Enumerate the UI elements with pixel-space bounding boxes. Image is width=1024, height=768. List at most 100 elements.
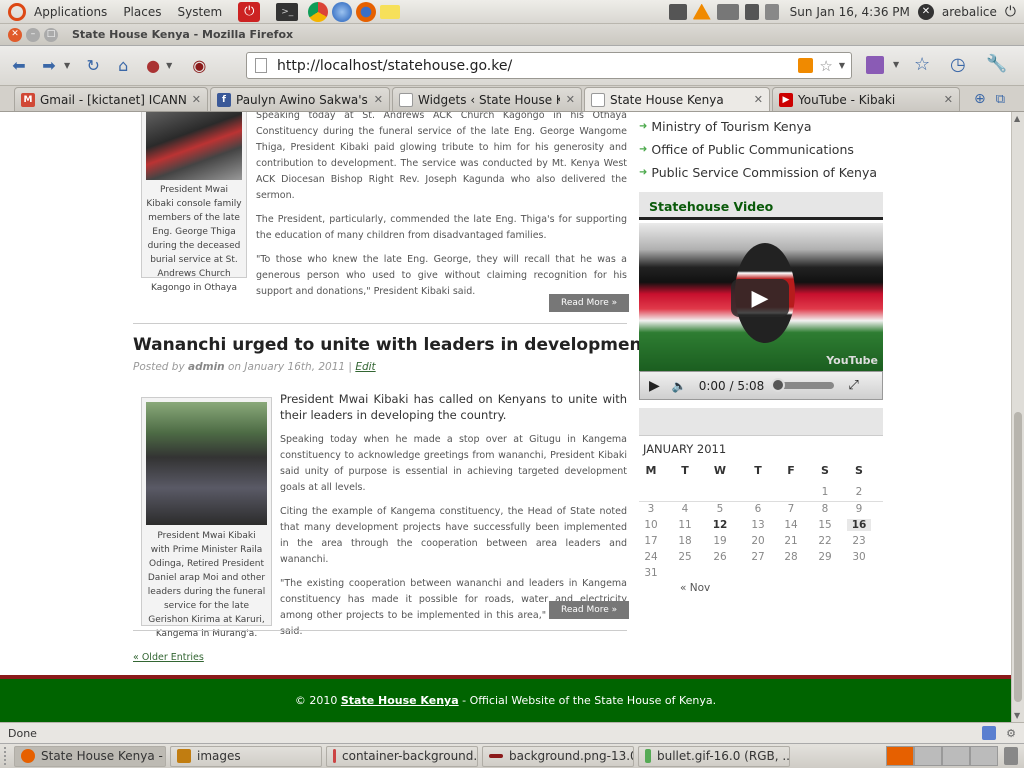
footer-site-link[interactable]: State House Kenya [341,694,459,707]
new-tab-icon[interactable]: ⊕ [974,91,986,107]
site-footer: © 2010 State House Kenya - Official Webs… [0,675,1011,722]
tab-state-house-kenya[interactable]: State House Kenya ✕ [584,87,770,111]
footer-text: - Official Website of the State House of… [462,694,717,707]
forward-icon[interactable]: ➡ [36,53,62,79]
maximize-window-icon[interactable]: □ [44,27,58,42]
calendar-day: 13 [751,518,765,531]
calendar-day-link[interactable]: 12 [708,519,732,531]
close-tab-icon[interactable]: ✕ [192,93,201,106]
user-status-icon[interactable]: ✕ [917,3,934,20]
tab-gmail[interactable]: M Gmail - [kictanet] ICANN ... ✕ [14,87,208,111]
back-icon[interactable]: ⬅ [6,53,32,79]
taskbar-item[interactable]: container-background.... [326,745,478,767]
reload-icon[interactable]: ↻ [80,53,106,79]
calendar-week-row: 10 11 12 13 14 15 16 [639,518,883,534]
scrollbar-thumb[interactable] [1014,412,1022,702]
workspace-4[interactable] [970,746,998,766]
home-icon[interactable]: ⌂ [110,53,136,79]
places-menu[interactable]: Places [115,0,169,24]
post2-title[interactable]: Wananchi urged to unite with leaders in … [133,335,656,355]
close-tab-icon[interactable]: ✕ [754,93,763,106]
post1-caption: President Mwai Kibaki console family mem… [146,185,242,293]
video-widget-header: Statehouse Video [639,192,883,220]
username[interactable]: arebalice [942,5,997,19]
post2-read-more-button[interactable]: Read More » [549,601,630,619]
grid-dropdown-icon[interactable]: ▼ [893,60,899,69]
volume-tray-icon[interactable] [744,3,759,20]
sidebar-link[interactable]: ➜ Ministry of Tourism Kenya [639,115,883,138]
addon-status-icon[interactable] [982,726,997,740]
close-tab-icon[interactable]: ✕ [566,93,575,106]
applications-menu[interactable]: Applications [26,0,115,24]
url-bar[interactable]: http://localhost/statehouse.go.ke/ ☆ ▼ [246,52,852,79]
taskbar-item[interactable]: images [170,745,322,767]
grid-addon-icon[interactable] [866,56,884,74]
volume-icon[interactable]: 🔈 [672,379,687,393]
rss-icon[interactable] [798,58,814,73]
show-desktop-icon[interactable] [4,747,10,765]
slider-knob[interactable] [771,378,786,392]
scroll-down-icon[interactable]: ▼ [1014,711,1020,720]
tab-youtube[interactable]: ▶ YouTube - Kibaki ✕ [772,87,960,111]
keyboard-tray-icon[interactable] [716,3,739,20]
youtube-video-player[interactable]: ▶ YouTube [639,223,883,371]
workspace-switcher-icon[interactable] [886,746,998,766]
system-menu[interactable]: System [169,0,230,24]
navigation-toolbar: ⬅ ➡ ▼ ↻ ⌂ ● ▼ ◉ http://localhost/stateho… [0,46,1024,86]
sidebar-link[interactable]: ➜ Office of Public Communications [639,138,883,161]
calendar-day: 21 [784,534,798,547]
terminal-launcher-icon[interactable]: >_ [276,2,299,21]
browser-launcher-icon[interactable] [332,1,353,22]
play-video-icon[interactable]: ▶ [731,279,789,317]
history-icon[interactable]: ◷ [950,54,966,75]
shutdown-launcher-icon[interactable]: ⏻ [238,1,261,22]
post2-edit-link[interactable]: Edit [355,361,375,373]
workspace-2[interactable] [914,746,942,766]
workspace-3[interactable] [942,746,970,766]
firefox-launcher-icon[interactable] [356,1,377,22]
calendar-prev-link[interactable]: « Nov [680,582,710,594]
url-text[interactable]: http://localhost/statehouse.go.ke/ [277,58,512,74]
addon-dropdown-icon[interactable]: ▼ [166,61,172,70]
network-tray-icon[interactable] [764,3,779,20]
taskbar-item[interactable]: bullet.gif-16.0 (RGB, ... [638,745,790,767]
minimize-window-icon[interactable]: – [26,27,40,42]
sidebar-link[interactable]: ➜ Public Service Commission of Kenya [639,161,883,184]
notes-launcher-icon[interactable] [380,4,401,19]
tab-list-icon[interactable]: ⧉ [996,92,1005,107]
bookmark-star-icon[interactable]: ☆ [819,57,832,75]
video-progress-slider[interactable] [771,378,835,392]
scroll-up-icon[interactable]: ▲ [1014,114,1020,123]
addon-icon[interactable]: ● [140,53,166,79]
close-window-icon[interactable]: ✕ [8,27,22,42]
tools-wrench-icon[interactable]: 🔧 [986,54,1007,74]
workspace-1[interactable] [886,746,914,766]
settings-status-icon[interactable]: ⚙ [1006,727,1016,740]
page-scrollbar[interactable]: ▲ ▼ [1011,112,1024,722]
close-tab-icon[interactable]: ✕ [944,93,953,106]
clock[interactable]: Sun Jan 16, 4:36 PM [790,5,910,19]
post1-paragraph: The President, particularly, commended t… [256,214,627,241]
taskbar-item[interactable]: background.png-13.0 ... [482,745,634,767]
tab-facebook[interactable]: f Paulyn Awino Sakwa's Ph... ✕ [210,87,390,111]
trash-icon[interactable] [1004,747,1018,765]
calendar-weekday: M [645,464,657,477]
history-dropdown-icon[interactable]: ▼ [64,61,70,70]
printer-tray-icon[interactable] [668,3,687,20]
close-tab-icon[interactable]: ✕ [374,93,383,106]
chrome-launcher-icon[interactable] [308,1,329,22]
calendar-day: 20 [751,534,765,547]
play-icon[interactable]: ▶ [649,378,660,394]
bookmarks-icon[interactable]: ☆ [914,54,930,75]
taskbar-item[interactable]: State House Kenya - ... [14,745,166,767]
tab-widgets[interactable]: Widgets ‹ State House Ke... ✕ [392,87,582,111]
vlc-tray-icon[interactable] [692,3,711,20]
video-widget-title: Statehouse Video [649,199,774,214]
session-power-icon[interactable]: ⏻ [1005,4,1016,20]
ubuntu-logo-icon[interactable] [8,2,26,21]
url-dropdown-icon[interactable]: ▼ [839,61,845,70]
post1-read-more-button[interactable]: Read More » [549,294,630,312]
fullscreen-icon[interactable]: ⤢ [848,378,858,393]
older-entries-link[interactable]: « Older Entries [133,652,204,663]
identity-icon[interactable]: ◉ [186,53,212,79]
